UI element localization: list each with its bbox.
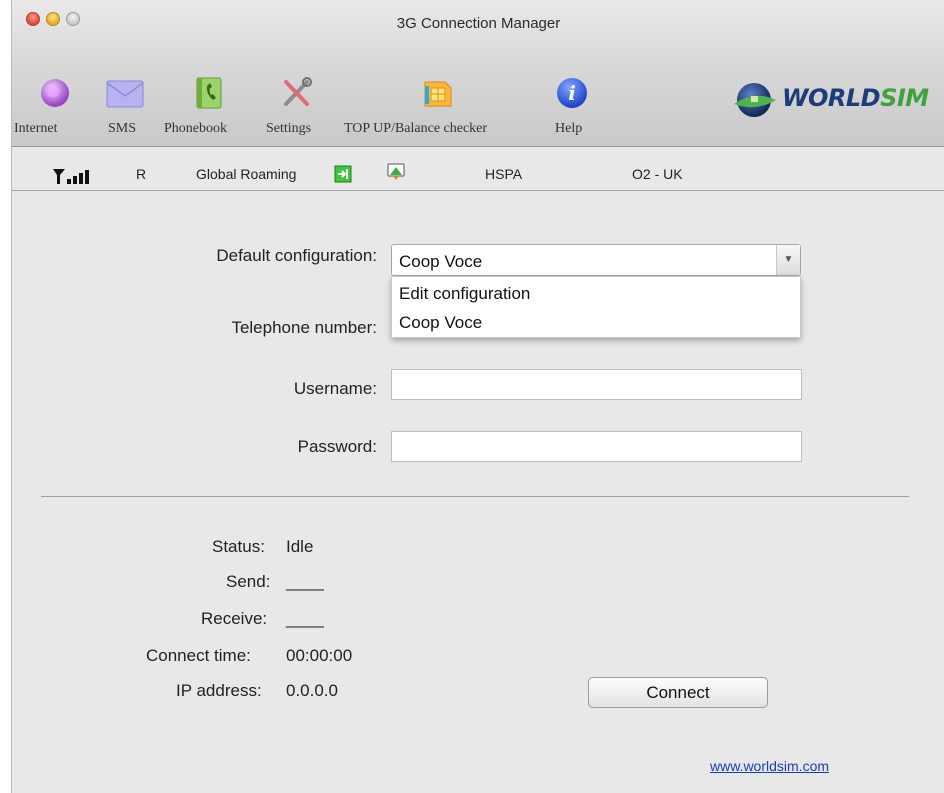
toolbar-internet-label: Internet [14,121,58,136]
status-strip: R Global Roaming HSPA O2 - UK [12,148,944,191]
roaming-indicator: R [136,166,147,182]
status-value: Idle [286,537,314,556]
message-alert-icon [387,163,405,180]
connect-button[interactable]: Connect [588,677,768,708]
ip-address-value: 0.0.0.0 [286,681,338,700]
toolbar-topup[interactable]: TOP UP/Balance checker [343,76,537,146]
configuration-dropdown-menu: Edit configuration Coop Voce [391,276,801,338]
logo-wordmark: WORLDSIM [782,84,929,112]
window-title: 3G Connection Manager [396,15,561,32]
dropdown-option-coop-voce[interactable]: Coop Voce [399,313,482,333]
toolbar-settings-label: Settings [266,121,312,136]
toolbar-help[interactable]: i Help [552,76,592,146]
toolbar-sms-label: SMS [108,121,137,136]
worldsim-website-link[interactable]: www.worldsim.com [710,758,829,774]
default-configuration-select[interactable]: Coop Voce ▼ [391,244,801,276]
receive-value: ____ [286,609,324,628]
connect-time-label: Connect time: [146,646,251,665]
chevron-down-icon[interactable]: ▼ [776,245,800,275]
phonebook-icon [196,77,222,109]
title-toolbar: 3G Connection Manager Internet SMS Phone… [12,0,944,147]
globe-logo-icon [734,83,776,117]
logo-word-sim: SIM [880,84,929,112]
signal-strength-icon [53,169,89,184]
dropdown-option-edit-configuration[interactable]: Edit configuration [399,284,530,304]
toolbar-help-label: Help [555,121,583,136]
password-label: Password: [297,437,377,456]
tools-icon [284,77,312,106]
send-value: ____ [286,572,324,591]
username-label: Username: [293,379,377,398]
network-type: HSPA [485,166,523,182]
toolbar-sms[interactable]: SMS [104,76,146,146]
envelope-icon [106,80,144,108]
internet-globe-icon [41,79,69,107]
send-label: Send: [226,572,271,591]
default-configuration-label: Default configuration: [216,246,377,265]
toolbar-topup-label: TOP UP/Balance checker [344,121,488,136]
worldsim-logo: WORLDSIM [732,80,942,120]
toolbar-settings[interactable]: Settings [265,76,331,146]
info-icon: i [557,78,587,108]
section-divider [41,496,909,497]
toolbar-phonebook[interactable]: Phonebook [162,76,260,146]
sim-card-icon [424,81,452,107]
operator-name: O2 - UK [632,166,683,182]
logo-word-world: WORLD [782,84,881,112]
roaming-label: Global Roaming [196,166,297,182]
connect-time-value: 00:00:00 [286,646,353,665]
status-label: Status: [212,537,265,556]
telephone-number-label: Telephone number: [231,318,377,337]
receive-label: Receive: [201,609,268,628]
ip-address-label: IP address: [176,681,262,700]
svg-text:i: i [568,81,576,105]
app-window: 3G Connection Manager Internet SMS Phone… [11,0,944,793]
password-field[interactable] [391,431,802,462]
toolbar-phonebook-label: Phonebook [164,121,227,136]
toolbar-internet[interactable]: Internet [12,76,92,146]
username-field[interactable] [391,369,802,400]
default-configuration-value: Coop Voce [399,252,483,271]
sim-in-icon [334,165,352,183]
